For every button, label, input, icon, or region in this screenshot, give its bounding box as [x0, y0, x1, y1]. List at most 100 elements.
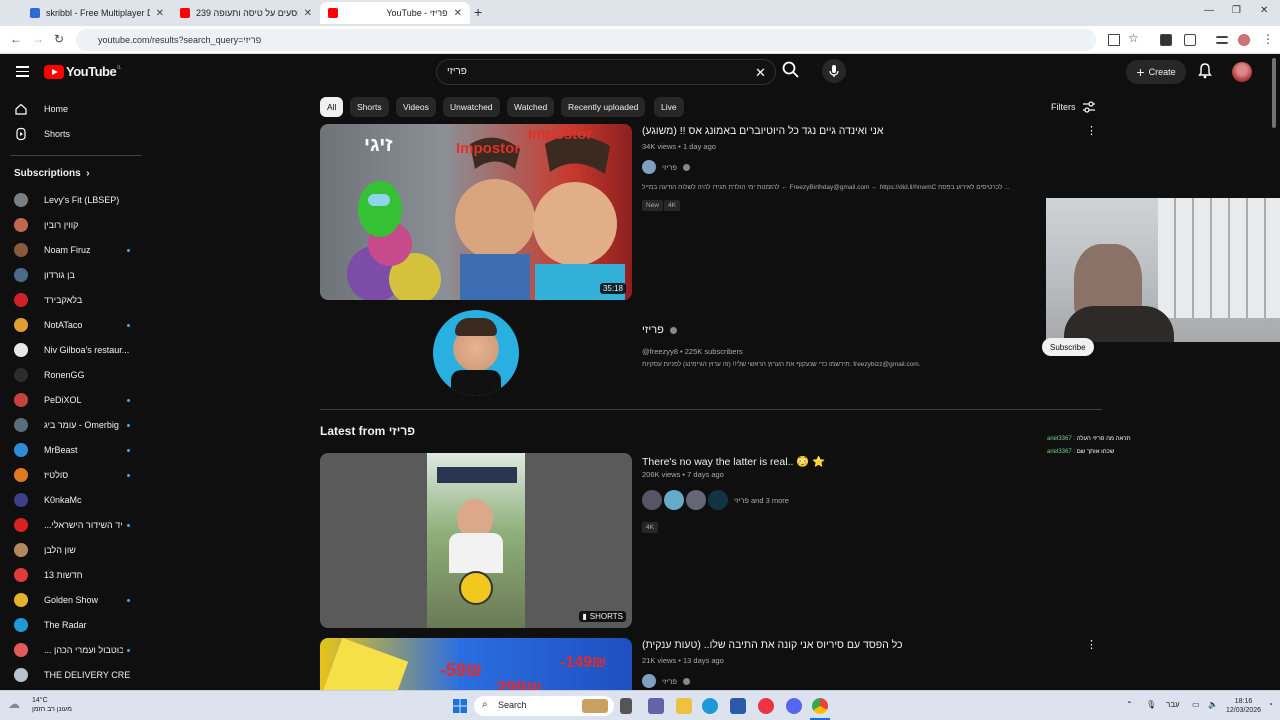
sidebar-item-subscription[interactable]: ...יד השידור הישראלי [14, 515, 130, 535]
search-box[interactable]: פריזי ✕ [436, 59, 776, 85]
url-field[interactable]: youtube.com/results?search_query=פריזי [76, 29, 1096, 51]
microphone-tray-icon[interactable]: 🎙 [1146, 700, 1156, 709]
video-channel[interactable]: פריזי [642, 674, 690, 688]
search-icon[interactable] [780, 59, 802, 81]
filter-chip[interactable]: Shorts [350, 97, 389, 117]
video-channel[interactable]: פריזי [642, 160, 690, 174]
video-title[interactable]: כל הפסד עם סיריוס אני קונה את התיבה שלו.… [642, 639, 903, 651]
channel-avatar-large[interactable] [433, 310, 519, 396]
sidebar-item-subscription[interactable]: חדשות 13 [14, 565, 130, 585]
sidebar-item-label: K0nkaMc [44, 495, 82, 505]
filter-chip[interactable]: Recently uploaded [561, 97, 646, 117]
more-actions-icon[interactable]: ⋮ [1086, 124, 1097, 137]
forward-icon[interactable]: → [32, 32, 44, 46]
notification-icon[interactable]: ◔ [1268, 700, 1273, 709]
edge-icon[interactable] [702, 698, 718, 714]
browser-menu-icon[interactable]: ⋮ [1262, 32, 1274, 46]
sidebar-item-subscription[interactable]: PeDiXOL [14, 390, 130, 410]
sidebar-item-subscription[interactable]: קווין רובין [14, 215, 130, 235]
maximize-icon[interactable]: ❐ [1232, 5, 1241, 16]
sidebar-item-subscription[interactable]: ... בוטבול ועמרי הכהן [14, 640, 130, 660]
discord-icon[interactable] [786, 698, 802, 714]
voice-search-button[interactable] [822, 59, 846, 83]
tab-label: YouTube - פריזי [386, 8, 448, 18]
filter-chip[interactable]: Live [654, 97, 684, 117]
sidebar-item-shorts[interactable]: Shorts [14, 124, 130, 144]
store-icon[interactable] [730, 698, 746, 714]
sidebar-item-subscription[interactable]: Golden Show [14, 590, 130, 610]
profile-avatar-icon[interactable] [1238, 34, 1250, 46]
page-scrollbar[interactable] [1272, 58, 1276, 128]
extensions-puzzle-icon[interactable] [1184, 34, 1196, 46]
file-explorer-icon[interactable] [676, 698, 692, 714]
system-clock[interactable]: 18:16 12/03/2026 [1226, 697, 1261, 715]
more-actions-icon[interactable]: ⋮ [1086, 638, 1097, 651]
tray-overflow-icon[interactable]: ⌃ [1126, 700, 1133, 709]
sidebar-item-subscription[interactable]: MrBeast [14, 440, 130, 460]
sidebar-item-subscription[interactable]: Niv Gilboa's restaur... [14, 340, 130, 360]
filter-chip[interactable]: All [320, 97, 344, 117]
close-tab-icon[interactable]: ✕ [304, 8, 312, 19]
extension-icon[interactable] [1160, 34, 1172, 46]
youtube-logo[interactable]: YouTube IL [44, 64, 121, 79]
app-icon[interactable] [758, 698, 774, 714]
sidebar-item-subscription[interactable]: NotATaco [14, 315, 130, 335]
sidebar-item-subscription[interactable]: עומר ביג - Omerbig [14, 415, 130, 435]
filter-chip[interactable]: Watched [507, 97, 555, 117]
video-title[interactable]: There's no way the latter is real.. 😳 ⭐ [642, 455, 825, 468]
browser-tab-youtube[interactable]: YouTube - פריזי ✕ [320, 2, 470, 24]
minimize-icon[interactable]: — [1204, 5, 1214, 16]
chrome-icon[interactable] [812, 698, 828, 714]
input-language[interactable]: עבר [1166, 700, 1180, 709]
shorts-frame-shirt [449, 533, 503, 573]
new-tab-icon[interactable]: + [474, 4, 482, 20]
weather-widget[interactable]: 14°C מעונן רב הזמן [32, 696, 72, 714]
clear-search-icon[interactable]: ✕ [755, 65, 766, 81]
video-thumbnail[interactable]: זיגי Impostor Impostor 35:18 [320, 124, 632, 300]
video-title[interactable]: אני ואינדה גיים נגד כל היוטיוברים באמונג… [642, 125, 883, 137]
sidebar-item-subscription[interactable]: שון הלבן [14, 540, 130, 560]
filter-chip[interactable]: Unwatched [443, 97, 500, 117]
windows-start-icon[interactable] [452, 698, 468, 714]
channel-avatar [14, 343, 28, 357]
taskbar-search[interactable]: ⌕ Search [474, 696, 614, 716]
reading-list-icon[interactable] [1216, 36, 1228, 44]
sidebar-item-subscription[interactable]: סולטיז [14, 465, 130, 485]
subscriptions-heading[interactable]: Subscriptions › [14, 168, 90, 179]
teams-icon[interactable] [648, 698, 664, 714]
network-icon[interactable]: ▭ [1192, 700, 1200, 709]
channel-title[interactable]: פריזי [642, 324, 677, 336]
bookmark-star-icon[interactable]: ☆ [1128, 31, 1139, 45]
create-button[interactable]: + Create [1126, 60, 1186, 84]
video-thumbnail[interactable]: -59₪ -149₪ 299₪ [320, 638, 632, 690]
task-view-icon[interactable] [620, 698, 632, 714]
volume-icon[interactable]: 🔈 [1208, 700, 1218, 709]
sidebar-item-subscription[interactable]: בלאקבירד [14, 290, 130, 310]
sidebar-item-subscription[interactable]: Noam Firuz [14, 240, 130, 260]
sidebar-item-subscription[interactable]: The Radar [14, 615, 130, 635]
sidebar-item-home[interactable]: Home [14, 99, 130, 119]
shorts-thumbnail[interactable]: ▮ SHORTS [320, 453, 632, 628]
search-input[interactable]: פריזי [437, 66, 775, 77]
filter-chip[interactable]: Videos [396, 97, 436, 117]
hamburger-menu-icon[interactable] [16, 66, 29, 80]
account-avatar[interactable] [1232, 62, 1252, 82]
sidebar-item-subscription[interactable]: THE DELIVERY CRE... [14, 665, 130, 685]
reload-icon[interactable]: ↻ [54, 32, 64, 46]
sidebar-item-subscription[interactable]: Levy's Fit (LBSEP) [14, 190, 130, 210]
verified-badge-icon [682, 677, 690, 685]
close-tab-icon[interactable]: ✕ [156, 8, 164, 19]
back-icon[interactable]: ← [10, 32, 22, 46]
browser-tab-skribbl[interactable]: skribbl - Free Multiplayer Draw ✕ [22, 2, 172, 24]
sidebar-item-subscription[interactable]: K0nkaMc [14, 490, 130, 510]
subscribe-button[interactable]: Subscribe [1042, 338, 1094, 356]
filters-button[interactable]: Filters [1051, 101, 1096, 113]
collab-channels[interactable]: פריזי and 3 more [642, 490, 789, 510]
install-app-icon[interactable] [1108, 34, 1120, 46]
notifications-bell-icon[interactable] [1198, 63, 1212, 79]
close-window-icon[interactable]: ✕ [1260, 5, 1268, 16]
browser-tab-twitter[interactable]: 239 נוסעים על טיסה ותעופה | Tw ✕ [172, 2, 320, 24]
sidebar-item-subscription[interactable]: RonenGG [14, 365, 130, 385]
sidebar-item-subscription[interactable]: בן גורדון [14, 265, 130, 285]
close-tab-icon[interactable]: ✕ [454, 8, 462, 19]
